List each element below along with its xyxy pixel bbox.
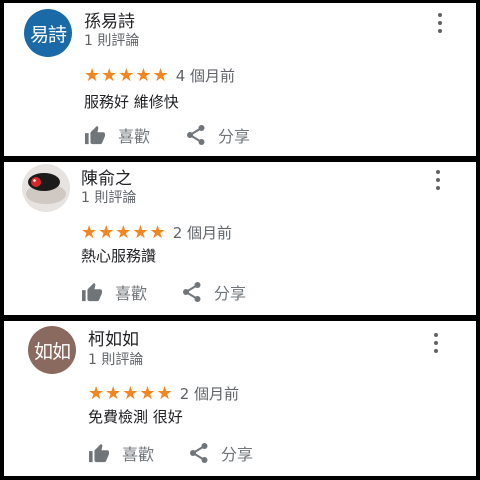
review-card: 如如 柯如如 1 則評論 ★★★★★ 2 個月前 免費檢測 很好 喜歡 分享 — [4, 321, 476, 476]
thumbs-up-icon — [85, 125, 105, 145]
reviewer-name[interactable]: 孫易詩 — [84, 7, 135, 32]
avatar[interactable]: 如如 — [28, 326, 76, 374]
share-icon — [190, 443, 208, 463]
reviewer-name[interactable]: 柯如如 — [88, 325, 139, 350]
rating-row: ★★★★★ 2 個月前 — [88, 383, 239, 404]
reviewer-name[interactable]: 陳俞之 — [81, 164, 132, 189]
review-time: 4 個月前 — [175, 67, 235, 85]
profile-photo-icon — [22, 164, 70, 212]
review-text: 熱心服務讚 — [81, 247, 157, 265]
more-options-icon[interactable] — [426, 331, 446, 355]
rating-row: ★★★★★ 2 個月前 — [81, 222, 232, 243]
thumbs-up-icon — [82, 282, 102, 302]
like-label: 喜歡 — [115, 284, 148, 303]
share-button[interactable]: 分享 — [182, 280, 246, 304]
avatar[interactable]: 易詩 — [24, 9, 72, 57]
review-text: 服務好 維修快 — [84, 93, 179, 111]
share-label: 分享 — [218, 127, 251, 146]
star-rating: ★★★★★ — [81, 221, 167, 243]
review-time: 2 個月前 — [179, 385, 239, 403]
like-button[interactable]: 喜歡 — [88, 441, 154, 465]
share-icon — [187, 125, 205, 145]
like-label: 喜歡 — [118, 127, 151, 146]
review-count: 1 則評論 — [88, 352, 144, 368]
review-card: 易詩 孫易詩 1 則評論 ★★★★★ 4 個月前 服務好 維修快 喜歡 分享 — [4, 3, 476, 156]
avatar[interactable] — [22, 164, 70, 212]
rating-row: ★★★★★ 4 個月前 — [84, 65, 235, 86]
like-button[interactable]: 喜歡 — [84, 123, 150, 147]
share-button[interactable]: 分享 — [189, 441, 253, 465]
like-button[interactable]: 喜歡 — [81, 280, 147, 304]
share-icon — [183, 282, 201, 302]
share-label: 分享 — [214, 284, 247, 303]
more-options-icon[interactable] — [430, 11, 450, 35]
share-label: 分享 — [221, 445, 254, 464]
star-rating: ★★★★★ — [88, 382, 174, 404]
review-time: 2 個月前 — [172, 224, 232, 242]
review-count: 1 則評論 — [84, 33, 140, 49]
review-text: 免費檢測 很好 — [88, 408, 183, 426]
star-rating: ★★★★★ — [84, 64, 170, 86]
review-count: 1 則評論 — [81, 190, 137, 206]
review-card: 陳俞之 1 則評論 ★★★★★ 2 個月前 熱心服務讚 喜歡 分享 — [4, 162, 476, 315]
like-label: 喜歡 — [122, 445, 155, 464]
more-options-icon[interactable] — [428, 168, 448, 192]
thumbs-up-icon — [89, 443, 109, 463]
share-button[interactable]: 分享 — [186, 123, 250, 147]
